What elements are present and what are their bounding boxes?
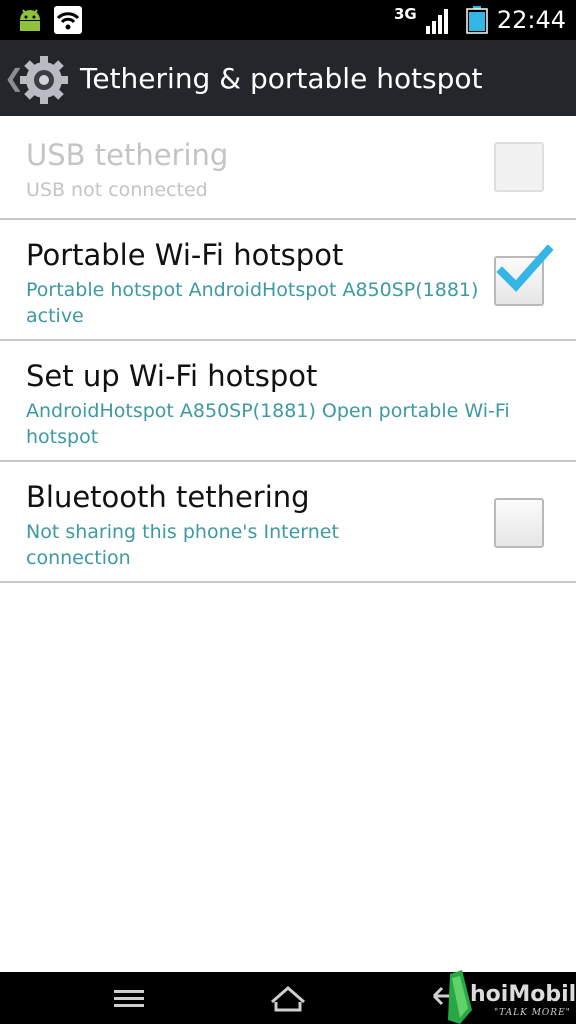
- pref-setup-wifi-hotspot[interactable]: Set up Wi-Fi hotspot AndroidHotspot A850…: [0, 341, 576, 462]
- pref-summary: AndroidHotspot A850SP(1881) Open portabl…: [26, 400, 510, 448]
- watermark-tagline: "TALK MORE": [494, 1008, 571, 1018]
- clock: 22:44: [496, 6, 566, 34]
- pref-title: Portable Wi-Fi hotspot: [26, 238, 344, 272]
- bluetooth-tethering-checkbox[interactable]: [494, 498, 544, 548]
- home-icon[interactable]: [264, 980, 312, 1016]
- pref-summary: Not sharing this phone's Internet connec…: [26, 521, 339, 569]
- wifi-hotspot-icon: [54, 6, 82, 34]
- checkmark-icon: [496, 244, 554, 292]
- battery-icon: [466, 6, 488, 34]
- action-bar: ❮ Tethering & portable hotspot: [0, 40, 576, 116]
- android-debug-icon: [20, 9, 40, 31]
- pref-summary: USB not connected: [26, 179, 208, 201]
- pref-portable-wifi-hotspot[interactable]: Portable Wi-Fi hotspot Portable hotspot …: [0, 220, 576, 341]
- network-type: 3G: [394, 5, 417, 23]
- signal-icon: [426, 9, 448, 34]
- pref-summary: Portable hotspot AndroidHotspot A850SP(1…: [26, 279, 479, 327]
- usb-tethering-checkbox: [494, 142, 544, 192]
- pref-title: USB tethering: [26, 138, 229, 172]
- preference-list: USB tethering USB not connected Portable…: [0, 116, 576, 583]
- pref-bluetooth-tethering[interactable]: Bluetooth tethering Not sharing this pho…: [0, 462, 576, 583]
- watermark-text: hoiMobile: [470, 982, 576, 1007]
- page-title: Tethering & portable hotspot: [80, 62, 483, 95]
- pref-usb-tethering[interactable]: USB tethering USB not connected: [0, 116, 576, 220]
- settings-gear-icon[interactable]: [18, 54, 70, 106]
- pref-title: Set up Wi-Fi hotspot: [26, 359, 318, 393]
- status-bar: 3G 22:44: [0, 0, 576, 40]
- menu-icon[interactable]: [104, 980, 152, 1016]
- pref-title: Bluetooth tethering: [26, 480, 310, 514]
